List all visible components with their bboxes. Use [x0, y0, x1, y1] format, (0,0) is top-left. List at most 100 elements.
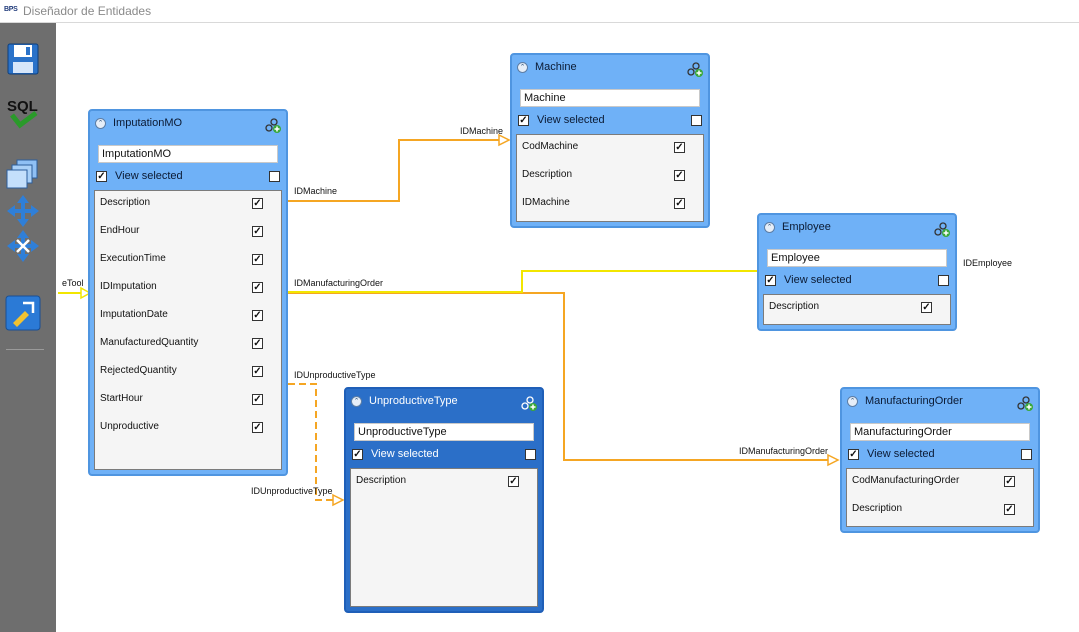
field-checkbox[interactable]: ✓	[252, 394, 263, 405]
add-relation-icon[interactable]	[520, 394, 538, 412]
field-name: Description	[769, 301, 820, 312]
select-all-checkbox[interactable]	[938, 275, 949, 286]
field-name: Description	[100, 197, 151, 208]
field-checkbox[interactable]: ✓	[252, 198, 263, 209]
field-name: StartHour	[100, 393, 143, 404]
view-selected-checkbox[interactable]: ✓	[518, 115, 529, 126]
entity-name: ManufacturingOrder	[865, 395, 963, 407]
collapse-icon[interactable]: ⌃	[764, 222, 775, 233]
field-checkbox[interactable]: ✓	[1004, 504, 1015, 515]
collapse-icon[interactable]: ⌃	[517, 62, 528, 73]
field-list: CodManufacturingOrder ✓ Description ✓	[846, 468, 1034, 527]
entity-name-input[interactable]	[767, 249, 947, 267]
entity-header[interactable]: ⌃ ImputationMO	[90, 111, 286, 139]
entity-name: UnproductiveType	[369, 395, 458, 407]
field-name: Unproductive	[100, 421, 159, 432]
field-row[interactable]: Unproductive ✓	[95, 419, 281, 437]
field-checkbox[interactable]: ✓	[674, 198, 685, 209]
select-all-checkbox[interactable]	[691, 115, 702, 126]
view-selected-row: ✓ View selected	[516, 113, 704, 129]
field-checkbox[interactable]: ✓	[508, 476, 519, 487]
label-unprod-dst: IDUnproductiveType	[251, 486, 333, 496]
field-row[interactable]: IDMachine ✓	[517, 195, 703, 213]
view-selected-row: ✓ View selected	[94, 169, 282, 185]
add-relation-icon[interactable]	[264, 116, 282, 134]
field-name: Description	[852, 503, 903, 514]
field-name: ExecutionTime	[100, 253, 166, 264]
field-checkbox[interactable]: ✓	[674, 170, 685, 181]
field-checkbox[interactable]: ✓	[674, 142, 685, 153]
entity-machine[interactable]: ⌃ Machine ✓ View selected CodMachine✓ Des…	[510, 53, 710, 228]
field-name: RejectedQuantity	[100, 365, 177, 376]
field-name: CodManufacturingOrder	[852, 475, 960, 486]
field-row[interactable]: Description ✓	[351, 473, 537, 491]
field-checkbox[interactable]: ✓	[252, 226, 263, 237]
select-all-checkbox[interactable]	[269, 171, 280, 182]
collapse-icon[interactable]: ⌃	[351, 396, 362, 407]
field-list: Description ✓	[763, 294, 951, 325]
field-row[interactable]: IDImputation ✓	[95, 279, 281, 297]
entity-name-input[interactable]	[354, 423, 534, 441]
field-name: Description	[356, 475, 407, 486]
collapse-icon[interactable]: ⌃	[847, 396, 858, 407]
entity-header[interactable]: ⌃ ManufacturingOrder	[842, 389, 1038, 417]
entity-name: ImputationMO	[113, 117, 183, 129]
arrow-machine	[498, 133, 511, 147]
field-row[interactable]: StartHour ✓	[95, 391, 281, 409]
view-selected-checkbox[interactable]: ✓	[96, 171, 107, 182]
field-checkbox[interactable]: ✓	[252, 310, 263, 321]
view-selected-checkbox[interactable]: ✓	[765, 275, 776, 286]
field-checkbox[interactable]: ✓	[252, 338, 263, 349]
label-unprod-src: IDUnproductiveType	[294, 370, 376, 380]
label-tool: eTool	[62, 278, 84, 288]
add-relation-icon[interactable]	[686, 60, 704, 78]
field-checkbox[interactable]: ✓	[921, 302, 932, 313]
label-order-dst: IDManufacturingOrder	[739, 446, 829, 456]
entity-manufacturingorder[interactable]: ⌃ ManufacturingOrder ✓ View selected Cod…	[840, 387, 1040, 533]
field-checkbox[interactable]: ✓	[252, 366, 263, 377]
entity-name-input[interactable]	[520, 89, 700, 107]
field-row[interactable]: CodManufacturingOrder ✓	[847, 473, 1033, 491]
field-row[interactable]: Description ✓	[764, 299, 950, 317]
entity-unproductivetype[interactable]: ⌃ UnproductiveType ✓ View selected Descr…	[344, 387, 544, 613]
field-name: IDImputation	[100, 281, 157, 292]
field-checkbox[interactable]: ✓	[252, 422, 263, 433]
field-row[interactable]: ExecutionTime ✓	[95, 251, 281, 269]
entity-name-input[interactable]	[98, 145, 278, 163]
field-row[interactable]: CodMachine ✓	[517, 139, 703, 157]
add-relation-icon[interactable]	[1016, 394, 1034, 412]
field-row[interactable]: Description ✓	[847, 501, 1033, 519]
field-checkbox[interactable]: ✓	[1004, 476, 1015, 487]
entity-header[interactable]: ⌃ UnproductiveType	[346, 389, 542, 417]
view-selected-label: View selected	[115, 170, 183, 182]
field-row[interactable]: ImputationDate ✓	[95, 307, 281, 325]
entity-header[interactable]: ⌃ Employee	[759, 215, 955, 243]
field-checkbox[interactable]: ✓	[252, 282, 263, 293]
label-machine-dst: IDMachine	[460, 126, 504, 136]
entity-employee[interactable]: ⌃ Employee ✓ View selected Description ✓	[757, 213, 957, 331]
field-row[interactable]: Description ✓	[95, 195, 281, 213]
select-all-checkbox[interactable]	[525, 449, 536, 460]
view-selected-label: View selected	[537, 114, 605, 126]
view-selected-row: ✓ View selected	[763, 273, 951, 289]
field-name: ManufacturedQuantity	[100, 337, 199, 348]
entity-name-input[interactable]	[850, 423, 1030, 441]
view-selected-checkbox[interactable]: ✓	[848, 449, 859, 460]
view-selected-label: View selected	[784, 274, 852, 286]
field-list: Description ✓ EndHour ✓ ExecutionTime ✓ IDImpu…	[94, 190, 282, 470]
field-checkbox[interactable]: ✓	[252, 254, 263, 265]
add-relation-icon[interactable]	[933, 220, 951, 238]
select-all-checkbox[interactable]	[1021, 449, 1032, 460]
collapse-icon[interactable]: ⌃	[95, 118, 106, 129]
field-row[interactable]: Description ✓	[517, 167, 703, 185]
field-name: ImputationDate	[100, 309, 168, 320]
view-selected-label: View selected	[371, 448, 439, 460]
field-row[interactable]: EndHour ✓	[95, 223, 281, 241]
label-employee-dst: IDEmployee	[963, 258, 1013, 268]
entity-imputationmo[interactable]: ⌃ ImputationMO ✓ View selected Descripti…	[88, 109, 288, 476]
entity-header[interactable]: ⌃ Machine	[512, 55, 708, 83]
field-row[interactable]: RejectedQuantity ✓	[95, 363, 281, 381]
view-selected-checkbox[interactable]: ✓	[352, 449, 363, 460]
field-row[interactable]: ManufacturedQuantity ✓	[95, 335, 281, 353]
label-machine-src: IDMachine	[294, 186, 338, 196]
